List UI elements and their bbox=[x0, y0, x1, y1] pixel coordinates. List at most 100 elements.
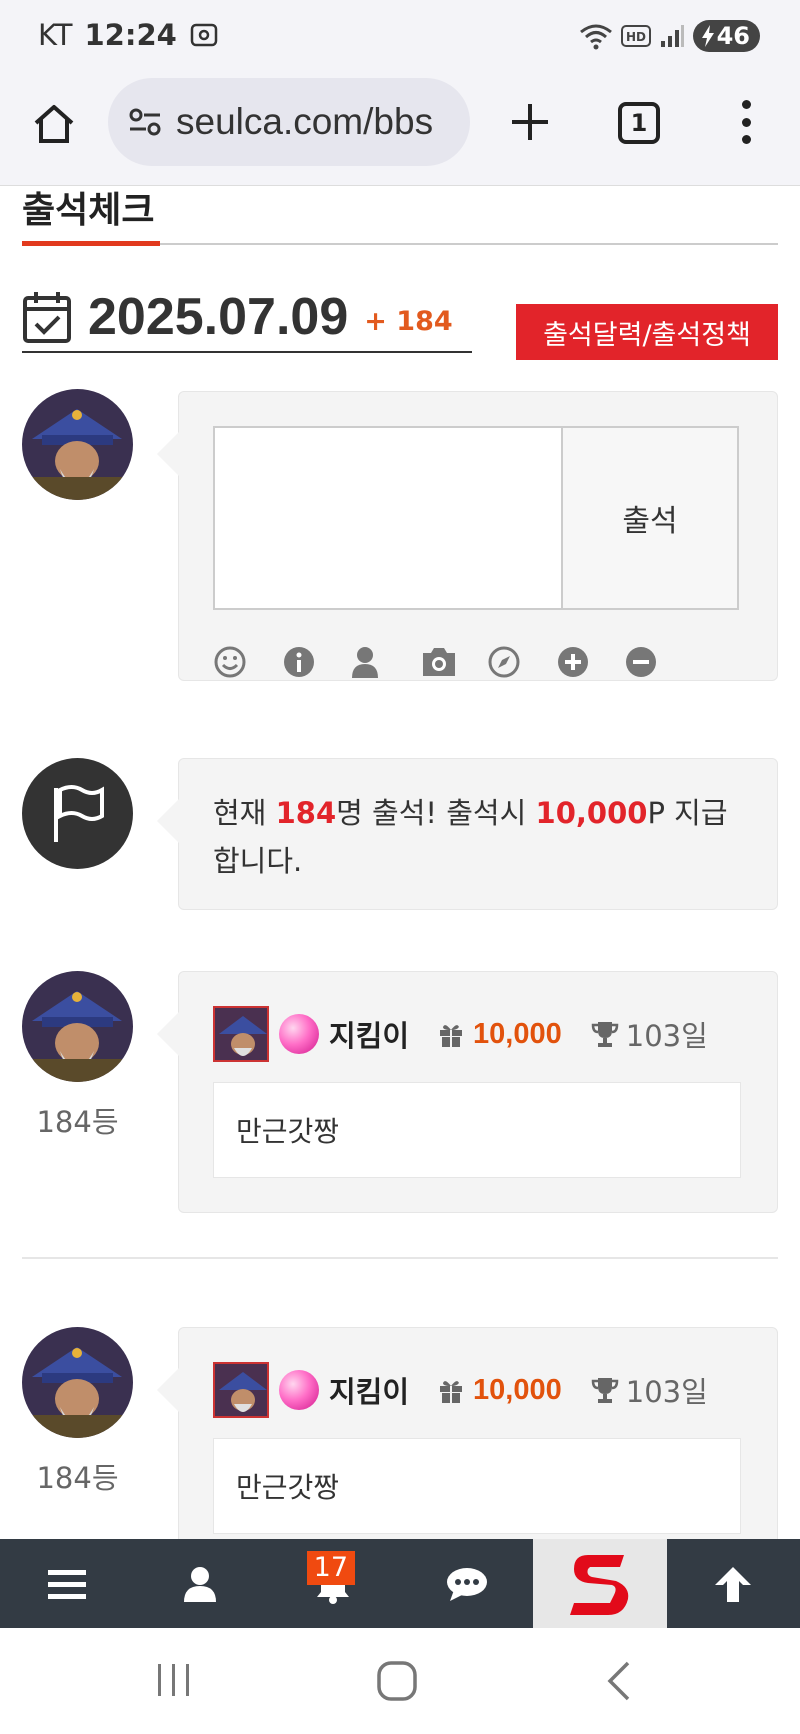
battery-indicator: 46 bbox=[692, 20, 760, 52]
wizard-avatar-icon bbox=[215, 1364, 267, 1416]
shrink-button[interactable] bbox=[624, 642, 693, 682]
arrow-up-icon bbox=[715, 1566, 752, 1602]
user-icon bbox=[183, 1566, 216, 1602]
bottom-nav: 17 bbox=[0, 1539, 800, 1628]
user-nickname[interactable]: 지킴이 bbox=[329, 1013, 409, 1055]
avatar[interactable] bbox=[22, 1327, 133, 1438]
attendance-rank: 184등 bbox=[36, 1105, 119, 1139]
attendance-entry: 지킴이 10,000 103일 만근갓짱 bbox=[157, 1327, 778, 1539]
notice-prefix: 현재 bbox=[213, 796, 276, 830]
wizard-avatar-icon bbox=[22, 389, 133, 500]
attendance-days: 103일 bbox=[625, 1375, 708, 1409]
gift-icon bbox=[440, 1381, 463, 1403]
chat-bubble-icon bbox=[446, 1567, 487, 1601]
attendance-calendar-button[interactable]: 출석달력/출석정책 bbox=[516, 304, 778, 360]
attendance-rank: 184등 bbox=[36, 1461, 119, 1495]
wizard-avatar-icon bbox=[22, 971, 133, 1082]
emoticon-button[interactable] bbox=[213, 642, 282, 682]
trophy-icon bbox=[591, 1022, 619, 1047]
url-text: seulca.com/bbs bbox=[176, 101, 434, 142]
attend-submit-button[interactable]: 출석 bbox=[563, 426, 739, 610]
site-logo-icon bbox=[569, 1554, 629, 1615]
trophy-icon bbox=[591, 1378, 619, 1403]
expand-button[interactable] bbox=[556, 642, 625, 682]
user-nickname[interactable]: 지킴이 bbox=[329, 1369, 409, 1411]
site-logo-button[interactable] bbox=[533, 1539, 667, 1628]
chat-button[interactable] bbox=[400, 1539, 533, 1628]
notice-message: 현재 184명 출석! 출석시 10,000P 지급합니다. bbox=[157, 758, 778, 910]
entry-comment: 만근갓짱 bbox=[213, 1082, 741, 1178]
hd-icon: HD bbox=[620, 25, 651, 47]
page-content: 출석체크 2025.07.09 + 184 출석달력/출석정책 출석 현재 18… bbox=[0, 187, 800, 1539]
status-bar: KT 12:24 HD 46 bbox=[0, 0, 800, 74]
plus-icon bbox=[512, 104, 548, 140]
profile-button[interactable] bbox=[133, 1539, 266, 1628]
editor-toolbar bbox=[213, 642, 693, 682]
notice-avatar bbox=[22, 758, 133, 869]
charging-icon bbox=[701, 25, 714, 47]
earned-points: 10,000 bbox=[473, 1373, 562, 1406]
entry-header: 지킴이 10,000 103일 bbox=[213, 1362, 708, 1418]
attendance-days: 103일 bbox=[625, 1019, 708, 1053]
notifications-button[interactable]: 17 bbox=[267, 1539, 400, 1628]
home-icon bbox=[34, 105, 74, 143]
location-button[interactable] bbox=[487, 642, 556, 682]
browser-menu-button[interactable] bbox=[736, 96, 756, 148]
earned-points: 10,000 bbox=[473, 1017, 562, 1050]
photo-button[interactable] bbox=[419, 642, 488, 682]
svg-text:HD: HD bbox=[626, 30, 646, 44]
address-bar[interactable]: seulca.com/bbs bbox=[108, 78, 470, 166]
smile-icon bbox=[214, 646, 246, 678]
attendance-date: 2025.07.09 bbox=[88, 288, 349, 346]
page-title: 출석체크 bbox=[22, 190, 155, 231]
browser-toolbar: seulca.com/bbs 1 bbox=[0, 74, 800, 186]
home-button[interactable] bbox=[28, 98, 80, 150]
avatar bbox=[22, 389, 133, 500]
home-nav-icon[interactable] bbox=[376, 1660, 418, 1702]
user-photo[interactable] bbox=[213, 1362, 269, 1418]
attendance-count: + 184 bbox=[364, 305, 453, 337]
attendance-entry: 지킴이 10,000 103일 만근갓짱 bbox=[157, 971, 778, 1213]
entry-divider bbox=[22, 1257, 778, 1259]
recent-apps-icon[interactable] bbox=[156, 1660, 192, 1700]
level-orb-icon bbox=[279, 1370, 319, 1410]
plus-circle-icon bbox=[557, 647, 588, 677]
new-tab-button[interactable] bbox=[504, 96, 556, 148]
menu-button[interactable] bbox=[0, 1539, 133, 1628]
reward-points: 10,000 bbox=[535, 796, 648, 830]
dot-icon bbox=[741, 135, 751, 144]
dot-icon bbox=[741, 117, 751, 127]
info-button[interactable] bbox=[282, 642, 351, 682]
carrier-label: KT bbox=[38, 18, 73, 52]
notification-badge: 17 bbox=[306, 1551, 356, 1585]
user-icon bbox=[352, 647, 379, 678]
user-photo[interactable] bbox=[213, 1006, 269, 1062]
mention-user-button[interactable] bbox=[350, 642, 419, 682]
wizard-avatar-icon bbox=[22, 1327, 133, 1438]
back-icon[interactable] bbox=[604, 1660, 634, 1702]
notice-text: 현재 184명 출석! 출석시 10,000P 지급합니다. bbox=[213, 789, 733, 885]
scroll-top-button[interactable] bbox=[667, 1539, 800, 1628]
camera-icon bbox=[422, 648, 455, 676]
notice-mid: 명 출석! 출석시 bbox=[336, 796, 536, 830]
entry-comment: 만근갓짱 bbox=[213, 1438, 741, 1534]
write-form: 출석 bbox=[157, 391, 778, 682]
dot-icon bbox=[741, 100, 751, 109]
info-icon bbox=[283, 647, 314, 677]
attendee-count: 184 bbox=[275, 796, 337, 830]
clock: 12:24 bbox=[84, 18, 177, 52]
entry-header: 지킴이 10,000 103일 bbox=[213, 1006, 708, 1062]
tab-switcher-button[interactable]: 1 bbox=[618, 102, 660, 144]
compass-icon bbox=[488, 646, 520, 678]
signal-icon bbox=[660, 25, 684, 47]
site-settings-icon[interactable] bbox=[128, 107, 162, 137]
gift-icon bbox=[440, 1025, 463, 1047]
hamburger-icon bbox=[47, 1569, 86, 1599]
wizard-avatar-icon bbox=[215, 1008, 267, 1060]
comment-input[interactable] bbox=[213, 426, 563, 610]
wifi-icon bbox=[579, 24, 612, 50]
title-underline bbox=[22, 241, 160, 246]
avatar[interactable] bbox=[22, 971, 133, 1082]
date-header: 2025.07.09 + 184 bbox=[22, 283, 472, 353]
level-orb-icon bbox=[279, 1014, 319, 1054]
